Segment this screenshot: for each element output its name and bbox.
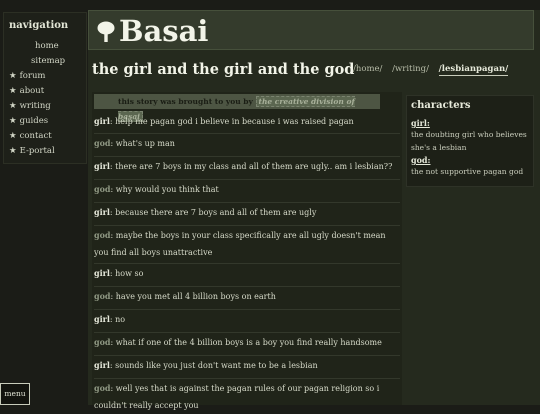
site-header: Basai [88,10,534,50]
dialogue-text: what if one of the 4 billion boys is a b… [115,338,382,347]
dialogue-line: god: well yes that is against the pagan … [94,383,380,410]
star-icon: ★ [9,146,17,156]
dialogue-line: girl: sounds like you just don't want me… [94,360,318,370]
dialogue-line: girl: because there are 7 boys and all o… [94,207,317,217]
dialogue-text: how so [115,269,144,278]
dialogue-divider [94,225,400,226]
star-icon: ★ [9,101,17,111]
speaker-label: girl [94,360,110,370]
nav-item-label: forum [19,71,46,81]
credit-text: this story was brought to you by [118,97,256,106]
dialogue-divider [94,355,400,356]
star-icon: ★ [9,71,17,81]
dialogue-divider [94,332,400,333]
character-name: god: [411,155,431,165]
dialogue-divider [94,133,400,134]
nav-item-label: contact [19,131,52,141]
star-icon: ★ [9,116,17,126]
characters-box: characters girl: the doubting girl who b… [406,95,534,187]
dialogue-line: girl: how so [94,268,144,278]
character-name: girl: [411,118,430,128]
star-icon: ★ [9,86,17,96]
dialogue-divider [94,156,400,157]
credit-banner: this story was brought to you by the cre… [94,94,380,122]
main-panel: Basai the girl and the girl and the god … [88,10,540,410]
story-column: this story was brought to you by the cre… [92,92,402,410]
nav-item-label: E-portal [19,146,55,156]
dialogue-line: girl: no [94,314,126,324]
dialogue-text: what's up man [115,139,175,148]
breadcrumb-current[interactable]: /lesbianpagan/ [438,64,509,76]
breadcrumb-home[interactable]: /home/ [353,64,382,74]
dialogue-line: god: have you met all 4 billion boys on … [94,291,276,301]
dialogue-divider [94,378,400,379]
dialogue-divider [94,179,400,180]
dialogue-text: maybe the boys in your class specificall… [115,231,386,240]
dialogue-line: girl: there are 7 boys in my class and a… [94,161,393,171]
speaker-label: god [94,138,111,148]
nav-item-label: guides [19,116,49,126]
dialogue-text: why would you think that [115,185,219,194]
dialogue-divider [94,309,400,310]
star-icon: ★ [9,131,17,141]
speaker-label: god [94,291,111,301]
nav-item-writing[interactable]: ★ writing [9,101,51,111]
dialogue-text: because there are 7 boys and all of them… [115,208,317,217]
dialogue-line: god: why would you think that [94,184,219,194]
speaker-label: girl [94,314,110,324]
nav-item-label: writing [19,101,51,111]
dialogue-line: god: maybe the boys in your class specif… [94,230,386,257]
nav-item-e-portal[interactable]: ★ E-portal [9,146,55,156]
dialogue-line: god: what if one of the 4 billion boys i… [94,337,382,347]
nav-link-home[interactable]: home [35,41,59,51]
dialogue-divider [94,263,400,264]
speaker-label: god [94,383,111,393]
dialogue-divider [94,286,400,287]
speaker-label: god [94,184,111,194]
characters-heading: characters [411,100,471,111]
speaker-label: girl [94,116,110,126]
nav-item-label: about [19,86,45,96]
navigation-panel: navigation home sitemap ★ forum ★ about ★ w… [3,12,87,164]
menu-button[interactable]: menu [0,383,30,405]
dialogue-text: sounds like you just don't want me to be… [115,361,318,370]
nav-item-about[interactable]: ★ about [9,86,44,96]
navigation-heading: navigation [9,20,69,31]
dialogue-text: there are 7 boys in my class and all of … [115,162,393,171]
speaker-label: girl [94,207,110,217]
breadcrumb-writing[interactable]: /writing/ [392,64,429,74]
speaker-label: girl [94,161,110,171]
speaker-label: god [94,230,111,240]
character-description: the not supportive pagan god [411,167,524,176]
dialogue-text: help me pagan god i believe in because i… [115,117,354,126]
dialogue-text: have you met all 4 billion boys on earth [115,292,276,301]
dialogue-text-continued: you find all boys unattractive [94,248,213,257]
dialogue-line: god: what's up man [94,138,175,148]
dialogue-divider [94,202,400,203]
title-row: the girl and the girl and the god /home/… [88,55,540,91]
dialogue-text: well yes that is against the pagan rules… [115,384,380,393]
speaker-label: god [94,337,111,347]
nav-item-contact[interactable]: ★ contact [9,131,52,141]
breadcrumb: /home/ /writing/ /lesbianpagan/ [353,64,515,76]
nav-link-sitemap[interactable]: sitemap [31,56,65,66]
character-description: the doubting girl who believes she's a l… [411,130,527,152]
dialogue-line: girl: help me pagan god i believe in bec… [94,116,354,126]
tree-logo-icon [97,21,115,42]
dialogue-text-continued: couldn't really accept you [94,401,199,410]
site-title[interactable]: Basai [119,14,208,48]
speaker-label: girl [94,268,110,278]
nav-item-guides[interactable]: ★ guides [9,116,48,126]
page-title: the girl and the girl and the god [92,61,355,78]
nav-item-forum[interactable]: ★ forum [9,71,46,81]
dialogue-text: no [115,315,126,324]
